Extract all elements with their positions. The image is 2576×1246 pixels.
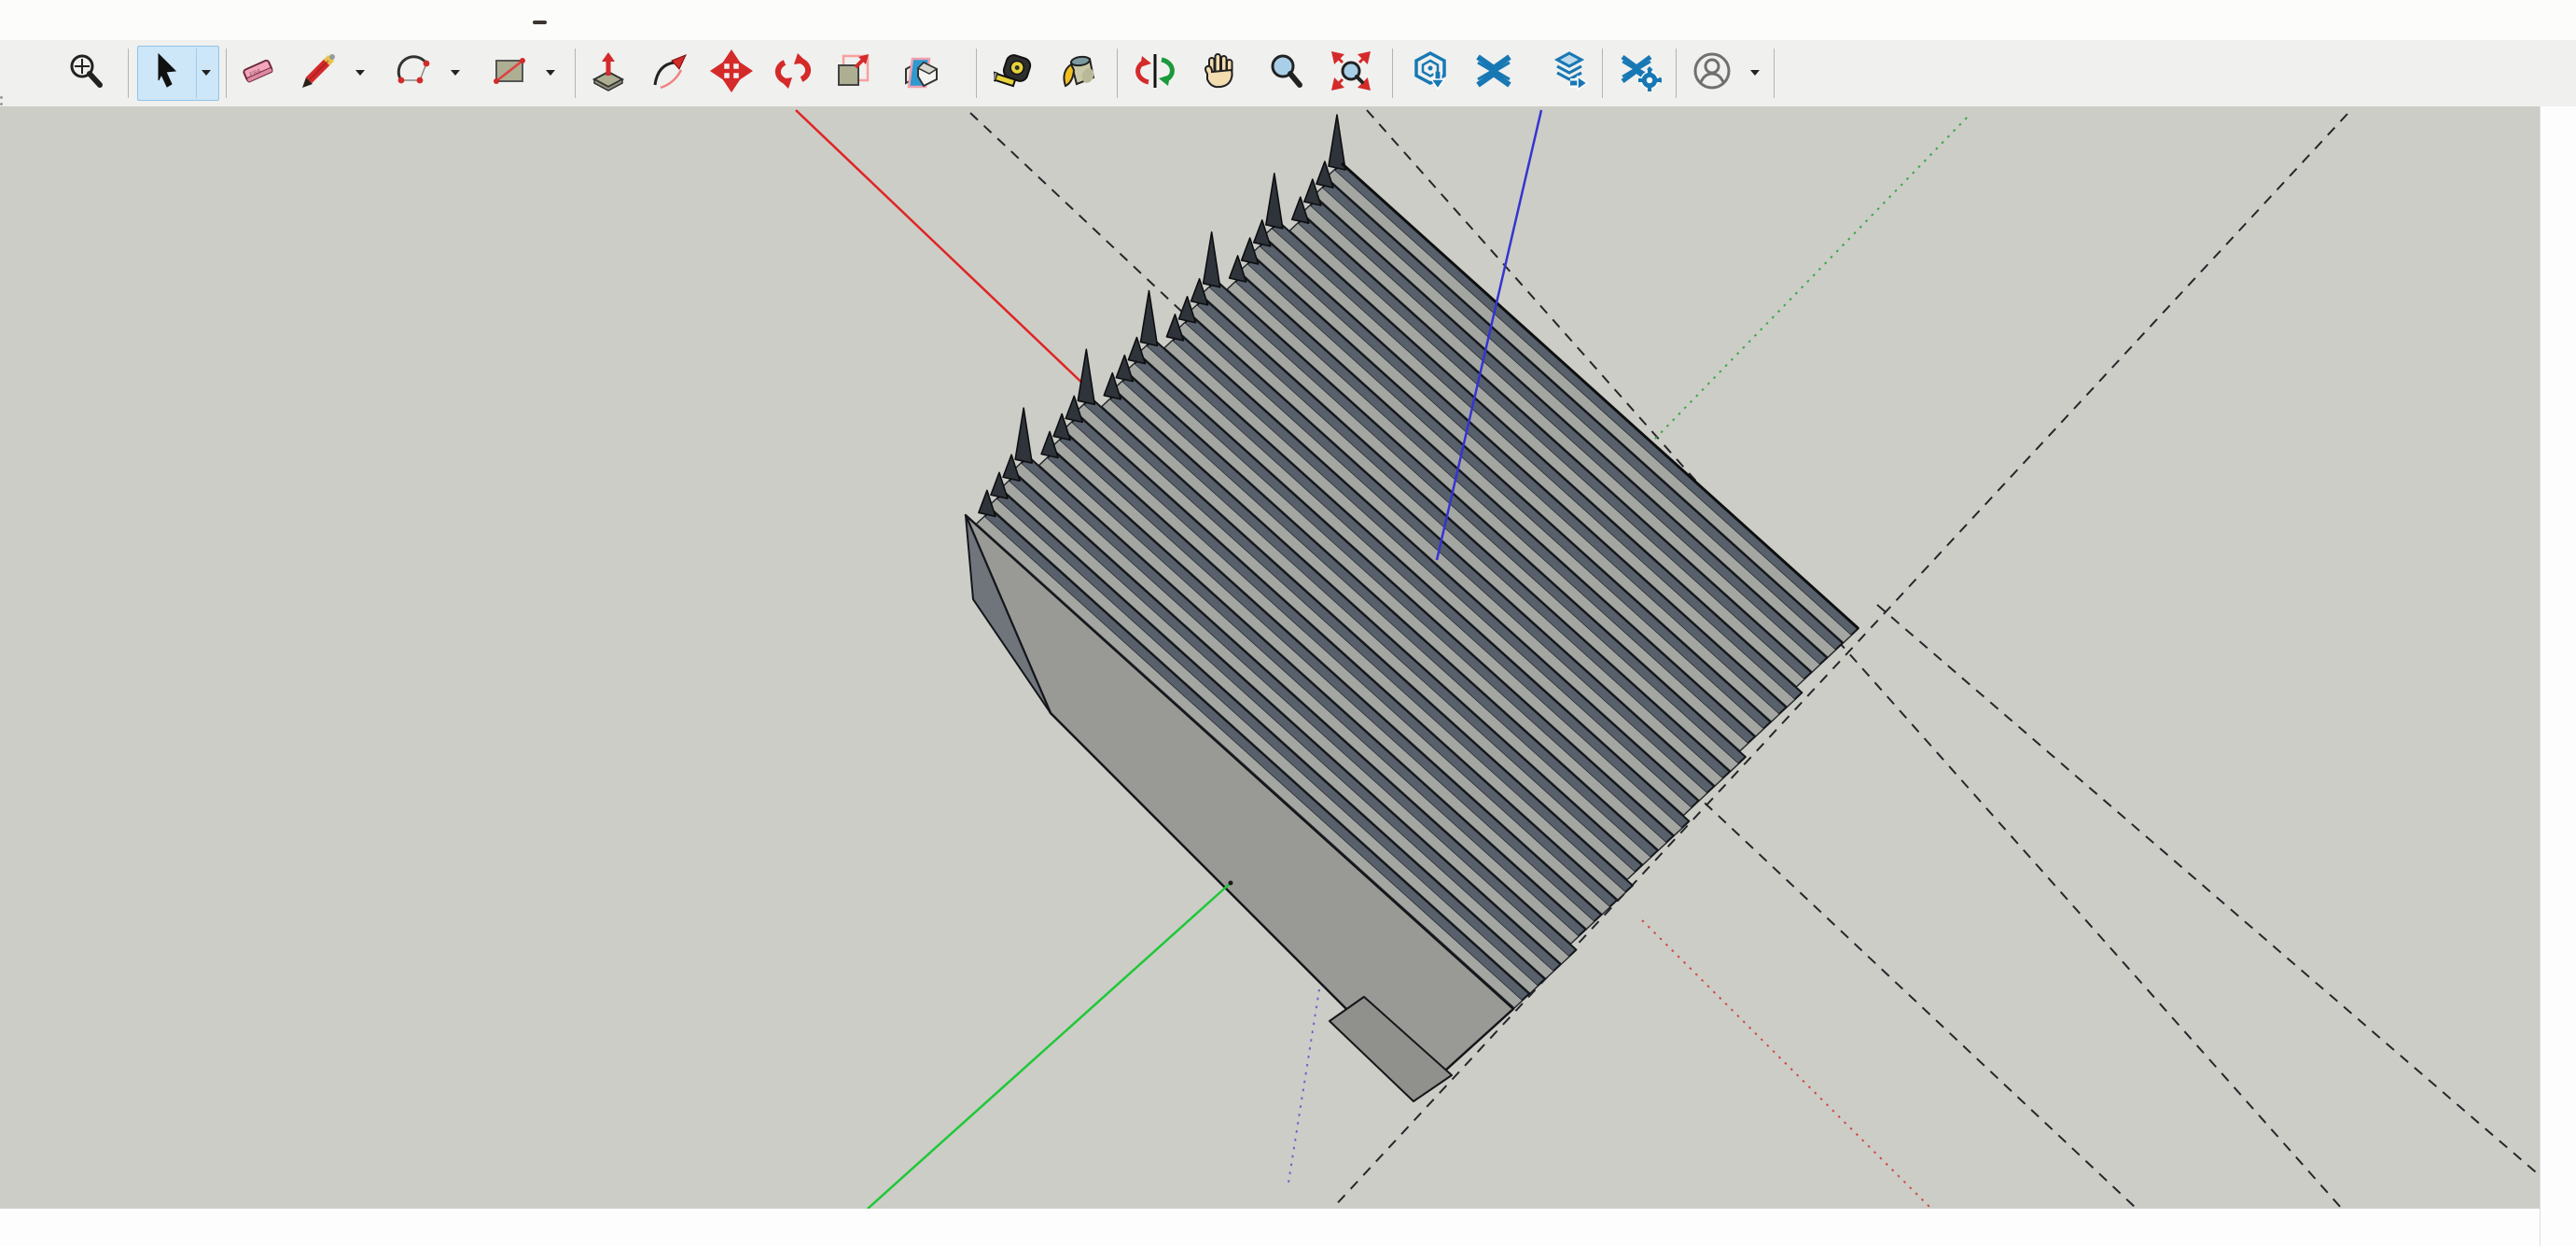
tool-search-button[interactable] xyxy=(61,46,111,100)
pencil-icon xyxy=(298,49,341,97)
chevron-down-icon xyxy=(546,70,555,77)
select-cursor-icon xyxy=(145,49,188,97)
tool-3d-warehouse-button[interactable] xyxy=(1405,46,1455,100)
tool-select-dropdown[interactable] xyxy=(199,46,214,100)
toolbar-separator xyxy=(1117,49,1118,98)
rotate-icon xyxy=(772,49,815,97)
tool-arc-button[interactable] xyxy=(389,46,439,100)
share-model-icon xyxy=(1548,49,1591,97)
search-icon xyxy=(64,49,107,97)
window-top-strip xyxy=(0,0,2576,40)
zoom-icon xyxy=(1264,49,1307,97)
extension-warehouse-icon xyxy=(1472,49,1515,97)
rectangle-icon xyxy=(488,49,531,97)
tool-line-dropdown[interactable] xyxy=(353,46,368,100)
axis-red xyxy=(796,110,1090,390)
toolbar-separator xyxy=(128,49,129,98)
arc-icon xyxy=(393,49,436,97)
bottom-margin-strip xyxy=(0,1209,2540,1246)
right-margin-strip xyxy=(2540,106,2576,1246)
tape-measure-icon xyxy=(994,49,1037,97)
tool-share-model-button[interactable] xyxy=(1544,46,1594,100)
tool-account-dropdown[interactable] xyxy=(1748,46,1762,100)
model-fin-spike xyxy=(1015,408,1032,463)
tool-paint-bucket-button[interactable] xyxy=(1053,46,1104,100)
getting-started-toolbar: ERA xyxy=(0,40,2576,107)
tool-zoom-extents-button[interactable] xyxy=(1326,46,1376,100)
move-icon xyxy=(710,49,753,97)
tool-scale-button[interactable] xyxy=(828,46,878,100)
warehouse-3d-icon xyxy=(1409,49,1452,97)
screen-artifact-dash xyxy=(533,21,547,24)
toolbar-separator xyxy=(1392,49,1393,98)
extension-manager-icon xyxy=(1619,49,1662,97)
model-fin-spike xyxy=(1078,349,1094,404)
toolbar-separator xyxy=(575,49,576,98)
follow-me-icon xyxy=(648,49,691,97)
chevron-down-icon xyxy=(451,70,460,77)
model-fin-spike xyxy=(1141,291,1158,346)
tool-rectangle-dropdown[interactable] xyxy=(543,46,558,100)
toolbar-separator xyxy=(1676,49,1677,98)
paint-bucket-icon xyxy=(1057,49,1100,97)
zoom-extents-icon xyxy=(1330,49,1372,97)
toolbar-separator xyxy=(226,49,227,98)
push-pull-icon xyxy=(587,49,630,97)
tool-move-button[interactable] xyxy=(706,46,757,100)
toolbar-separator xyxy=(1602,49,1603,98)
account-icon xyxy=(1689,48,1735,99)
tool-rectangle-button[interactable] xyxy=(484,46,535,100)
scale-icon xyxy=(831,49,874,97)
tool-extension-warehouse-button[interactable] xyxy=(1469,46,1519,100)
eraser-icon: ERA xyxy=(237,49,280,97)
chevron-down-icon xyxy=(1750,70,1760,77)
tool-rotate-button[interactable] xyxy=(768,46,818,100)
tool-section-plane-button[interactable] xyxy=(897,46,947,100)
tool-orbit-button[interactable] xyxy=(1130,46,1180,100)
red-axis-dotted xyxy=(1642,920,1929,1207)
green-axis-dotted xyxy=(1655,116,1969,439)
toolbar-separator xyxy=(976,49,977,98)
tool-account-button[interactable] xyxy=(1687,46,1737,100)
chevron-down-icon xyxy=(202,70,211,77)
axis-origin-dot xyxy=(1229,881,1233,886)
chevron-down-icon xyxy=(355,70,365,77)
model-fin-spike xyxy=(1266,174,1283,229)
dashed-guide-4 xyxy=(1877,605,2540,1178)
tool-line-button[interactable] xyxy=(294,46,344,100)
tool-follow-me-button[interactable] xyxy=(645,46,695,100)
orbit-icon xyxy=(1134,49,1177,97)
tool-push-pull-button[interactable] xyxy=(583,46,634,100)
tool-extension-manager-button[interactable] xyxy=(1615,46,1665,100)
viewport-canvas[interactable] xyxy=(0,106,2540,1209)
tool-pan-button[interactable] xyxy=(1194,46,1245,100)
model-3d-finned-block[interactable] xyxy=(966,115,1859,1101)
tool-eraser-button[interactable]: ERA xyxy=(233,46,284,100)
blue-axis-dotted xyxy=(1288,989,1319,1183)
toolbar-separator xyxy=(1774,49,1775,98)
tool-tape-measure-button[interactable] xyxy=(990,46,1040,100)
model-fin-spike xyxy=(1204,232,1220,287)
tool-zoom-button[interactable] xyxy=(1260,46,1311,100)
section-plane-icon xyxy=(900,49,943,97)
pan-hand-icon xyxy=(1198,49,1241,97)
model-fin-spike xyxy=(1329,115,1345,170)
tool-arc-dropdown[interactable] xyxy=(448,46,463,100)
viewport-3d[interactable] xyxy=(0,106,2540,1209)
tool-select-button[interactable] xyxy=(141,46,191,100)
axis-green xyxy=(868,883,1231,1209)
